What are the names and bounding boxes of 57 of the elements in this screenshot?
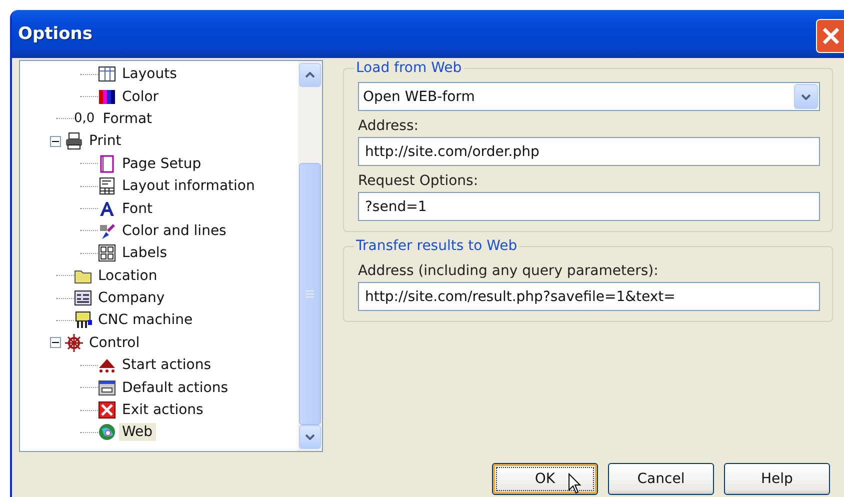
scrollbar[interactable]: [298, 61, 322, 451]
tree-item[interactable]: Exit actions: [119, 401, 206, 420]
paint-brush-icon: [98, 222, 116, 240]
grid-icon: [98, 65, 116, 84]
group-title: Load from Web: [355, 60, 463, 76]
field-label: Address (including any query parameters):: [358, 263, 658, 279]
cursor-icon: [568, 473, 582, 495]
globe-icon: [98, 423, 116, 442]
tray-icon: [98, 378, 116, 397]
tree-item[interactable]: Page Setup: [119, 154, 204, 173]
tree-item[interactable]: Control: [86, 334, 143, 352]
close-icon: [98, 401, 116, 420]
chevron-up-icon: [305, 72, 315, 78]
tree-item[interactable]: CNC machine: [95, 311, 196, 330]
tree-item[interactable]: Default actions: [119, 378, 231, 397]
tree-item[interactable]: Layout information: [119, 177, 258, 196]
scroll-thumb[interactable]: [299, 163, 321, 425]
tree-item[interactable]: Location: [95, 266, 160, 285]
page-icon: [98, 154, 116, 173]
close-icon: [821, 26, 841, 46]
close-button[interactable]: [816, 19, 844, 53]
tree-item[interactable]: Layouts: [119, 65, 180, 84]
field-label: Request Options:: [358, 173, 478, 189]
machine-icon: [74, 311, 92, 330]
font-icon: [98, 200, 116, 218]
options-field[interactable]: ?send=1: [358, 192, 820, 221]
chevron-down-icon: [305, 434, 315, 440]
window-title: Options: [18, 24, 92, 44]
chevron-down-icon: [801, 94, 811, 100]
scroll-down-button[interactable]: [299, 425, 321, 449]
tree-item[interactable]: Color: [119, 88, 162, 106]
scroll-up-button[interactable]: [299, 63, 321, 87]
collapse-icon[interactable]: [50, 136, 61, 147]
address-field[interactable]: http://site.com/order.php: [358, 137, 820, 166]
tree-item[interactable]: Labels: [119, 244, 170, 262]
dialog-button[interactable]: Cancel: [608, 463, 714, 495]
tree-item[interactable]: Start actions: [119, 356, 214, 374]
group-title: Transfer results to Web: [355, 238, 518, 254]
number-format-glyph: 0,0: [74, 111, 95, 126]
tree-item[interactable]: Color and lines: [119, 222, 230, 240]
dialog-button[interactable]: Help: [724, 463, 830, 495]
collapse-icon[interactable]: [50, 337, 61, 348]
address-field[interactable]: http://site.com/result.php?savefile=1&text=: [358, 282, 820, 311]
printer-icon: [65, 132, 83, 150]
tree-item[interactable]: Font: [119, 200, 156, 218]
tiles-icon: [98, 244, 116, 262]
card-icon: [74, 289, 92, 308]
ship-wheel-icon: [65, 334, 83, 352]
tree-item[interactable]: Web: [119, 423, 156, 442]
color-bars-icon: [98, 88, 116, 106]
tree-item[interactable]: Company: [95, 289, 168, 308]
dialog-button[interactable]: OK: [492, 463, 598, 495]
tree-item[interactable]: Format: [100, 110, 156, 128]
mode-dropdown[interactable]: Open WEB-form: [358, 82, 820, 111]
tree-item[interactable]: Print: [86, 132, 124, 150]
field-label: Address:: [358, 118, 418, 134]
form-sheet-icon: [98, 177, 116, 196]
